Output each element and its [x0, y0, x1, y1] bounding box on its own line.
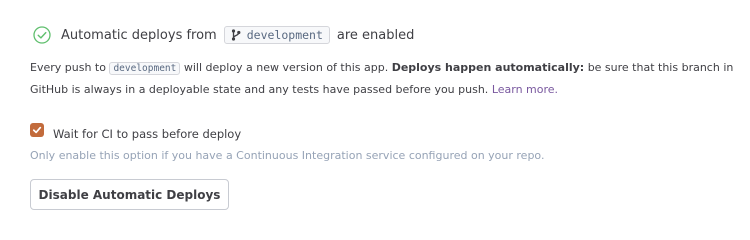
auto-deploy-status: Automatic deploys from development are e… — [33, 24, 414, 46]
desc-bold-text: Deploys happen automatically: — [391, 61, 585, 74]
git-branch-icon — [231, 29, 241, 41]
check-circle-icon — [33, 26, 51, 44]
desc-text-2: will deploy a new version of this app. — [183, 61, 389, 74]
branch-code-chip: development — [109, 62, 181, 75]
branch-name: development — [246, 28, 323, 42]
desc-text-1: Every push to — [30, 61, 106, 74]
disable-automatic-deploys-button[interactable]: Disable Automatic Deploys — [30, 179, 229, 210]
checkmark-icon — [32, 126, 42, 134]
status-prefix: Automatic deploys from — [61, 27, 217, 43]
branch-badge: development — [223, 26, 330, 44]
desc-text-4: GitHub is always in a deployable state a… — [30, 83, 489, 96]
auto-deploy-description: Every push to development will deploy a … — [30, 57, 745, 100]
wait-for-ci-option: Wait for CI to pass before deploy — [30, 122, 241, 142]
wait-for-ci-label[interactable]: Wait for CI to pass before deploy — [53, 127, 241, 141]
desc-text-3: be sure that this branch in — [587, 61, 734, 74]
wait-for-ci-checkbox[interactable] — [30, 123, 44, 137]
learn-more-link[interactable]: Learn more. — [492, 83, 558, 96]
ci-help-text: Only enable this option if you have a Co… — [30, 149, 545, 162]
automatic-deploys-panel: Automatic deploys from development are e… — [0, 0, 750, 240]
status-suffix: are enabled — [336, 27, 415, 43]
